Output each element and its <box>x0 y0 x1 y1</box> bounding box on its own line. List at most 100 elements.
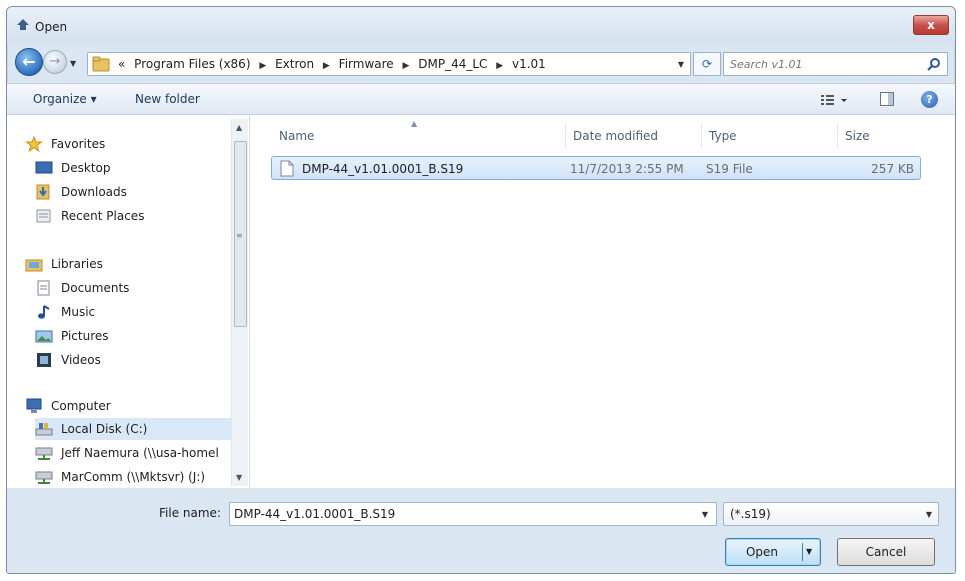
preview-pane-icon[interactable] <box>879 91 895 107</box>
sidebar-group-favorites[interactable]: Favorites <box>25 133 221 155</box>
filename-label: File name: <box>159 506 221 520</box>
breadcrumb-overflow[interactable]: « <box>118 57 125 71</box>
file-type-filter[interactable]: (*.s19) ▼ <box>723 502 939 526</box>
column-header-date-modified[interactable]: Date modified <box>573 129 658 143</box>
forward-button[interactable]: → <box>43 50 67 74</box>
filename-input[interactable] <box>234 506 684 522</box>
sidebar-item-documents[interactable]: Documents <box>35 277 231 299</box>
sort-ascending-icon: ▲ <box>411 119 418 128</box>
sidebar-item-jeff-naemura[interactable]: Jeff Naemura (\\usa-homel <box>35 442 231 464</box>
window-title: Open <box>35 20 68 34</box>
change-view-icon[interactable] <box>819 92 849 108</box>
disk-icon <box>35 423 53 436</box>
chevron-down-icon: ▼ <box>925 510 932 519</box>
column-header-name[interactable]: Name <box>279 129 314 143</box>
scroll-down-icon[interactable]: ▼ <box>236 473 242 482</box>
network-drive-icon <box>35 471 53 484</box>
filename-combobox[interactable]: ▼ <box>229 502 717 526</box>
navigation-scrollbar[interactable]: ▲ ≡ ▼ <box>231 119 248 486</box>
file-list: ▲ Name Date modified Type Size DMP-44_v1… <box>251 115 955 488</box>
breadcrumb-separator-icon[interactable]: ▶ <box>403 61 410 71</box>
sidebar-item-label: Libraries <box>51 257 103 271</box>
filename-dropdown-icon[interactable]: ▼ <box>702 510 708 519</box>
desktop-icon <box>35 161 53 174</box>
breadcrumb-firmware[interactable]: Firmware <box>339 57 394 71</box>
sidebar-item-local-disk[interactable]: Local Disk (C:) <box>35 418 231 440</box>
main-content: Favorites Desktop Downloads Recent Place… <box>7 115 955 488</box>
new-folder-button[interactable]: New folder <box>135 92 200 106</box>
file-row[interactable]: DMP-44_v1.01.0001_B.S19 11/7/2013 2:55 P… <box>271 156 921 180</box>
music-icon <box>38 305 50 319</box>
address-dropdown-icon[interactable]: ▼ <box>678 60 684 69</box>
dialog-footer: File name: ▼ (*.s19) ▼ Open ▼ Cancel <box>7 488 955 573</box>
open-button-label: Open <box>745 545 779 559</box>
documents-icon <box>37 280 50 296</box>
sidebar-item-label: Music <box>61 305 96 319</box>
videos-icon <box>37 353 51 367</box>
sidebar-group-computer[interactable]: Computer <box>25 395 221 417</box>
sidebar-item-label: Videos <box>61 353 101 367</box>
address-bar[interactable]: « Program Files (x86) ▶ Extron ▶ Firmwar… <box>87 52 691 76</box>
sidebar-item-label: Desktop <box>61 161 111 175</box>
sidebar-item-label: Recent Places <box>61 209 145 223</box>
navigation-bar: ← → ▼ « Program Files (x86) ▶ Extron ▶ F… <box>7 43 955 83</box>
cancel-button[interactable]: Cancel <box>837 538 935 566</box>
breadcrumb: « Program Files (x86) ▶ Extron ▶ Firmwar… <box>118 57 551 71</box>
search-input[interactable] <box>730 55 920 73</box>
breadcrumb-v1-01[interactable]: v1.01 <box>512 57 546 71</box>
sidebar-item-music[interactable]: Music <box>35 301 231 323</box>
column-divider[interactable] <box>701 123 702 149</box>
search-icon[interactable] <box>927 57 941 71</box>
history-dropdown-icon[interactable]: ▼ <box>70 59 76 68</box>
sidebar-item-downloads[interactable]: Downloads <box>35 181 231 203</box>
sidebar-item-label: MarComm (\\Mktsvr) (J:) <box>61 470 206 484</box>
sidebar-item-label: Jeff Naemura (\\usa-homel <box>61 446 219 460</box>
sidebar-group-libraries[interactable]: Libraries <box>25 253 221 275</box>
network-drive-icon <box>35 447 53 460</box>
folder-icon <box>92 56 110 72</box>
star-icon <box>25 136 43 152</box>
navigation-pane: Favorites Desktop Downloads Recent Place… <box>7 115 250 488</box>
organize-button[interactable]: Organize ▾ <box>33 92 97 106</box>
breadcrumb-separator-icon[interactable]: ▶ <box>323 61 330 71</box>
help-icon[interactable]: ? <box>921 91 938 108</box>
scroll-up-icon[interactable]: ▲ <box>236 123 242 132</box>
breadcrumb-extron[interactable]: Extron <box>275 57 314 71</box>
file-size: 257 KB <box>871 162 914 176</box>
breadcrumb-dmp-44-lc[interactable]: DMP_44_LC <box>418 57 487 71</box>
close-button[interactable]: x <box>913 15 949 35</box>
file-name: DMP-44_v1.01.0001_B.S19 <box>302 162 464 176</box>
sidebar-item-label: Pictures <box>61 329 109 343</box>
split-divider <box>802 543 803 561</box>
sidebar-item-label: Documents <box>61 281 130 295</box>
sidebar-item-marcomm[interactable]: MarComm (\\Mktsvr) (J:) <box>35 466 231 488</box>
search-box[interactable] <box>723 52 948 76</box>
back-button[interactable]: ← <box>15 48 43 76</box>
sidebar-item-label: Favorites <box>51 137 106 151</box>
sidebar-item-desktop[interactable]: Desktop <box>35 157 231 179</box>
open-file-dialog: Open x ← → ▼ « Program Files (x86) ▶ Ext… <box>6 6 956 574</box>
open-options-dropdown-icon[interactable]: ▼ <box>806 547 812 556</box>
sidebar-item-videos[interactable]: Videos <box>35 349 231 371</box>
sidebar-item-label: Local Disk (C:) <box>61 422 148 436</box>
sidebar-item-label: Computer <box>51 399 111 413</box>
breadcrumb-program-files[interactable]: Program Files (x86) <box>134 57 250 71</box>
app-icon <box>17 19 29 30</box>
file-icon <box>280 160 294 177</box>
column-divider[interactable] <box>837 123 838 149</box>
file-date-modified: 11/7/2013 2:55 PM <box>570 162 684 176</box>
file-type-filter-value: (*.s19) <box>730 507 771 521</box>
breadcrumb-separator-icon[interactable]: ▶ <box>496 61 503 71</box>
open-button[interactable]: Open ▼ <box>725 538 821 566</box>
file-type: S19 File <box>706 162 753 176</box>
sidebar-item-pictures[interactable]: Pictures <box>35 325 231 347</box>
title-bar: Open x <box>7 7 955 43</box>
sidebar-item-label: Downloads <box>61 185 127 199</box>
computer-icon <box>26 398 42 413</box>
column-header-size[interactable]: Size <box>845 129 870 143</box>
column-divider[interactable] <box>565 123 566 149</box>
refresh-button[interactable]: ⟳ <box>693 52 721 76</box>
sidebar-item-recent-places[interactable]: Recent Places <box>35 205 231 227</box>
column-header-type[interactable]: Type <box>709 129 737 143</box>
breadcrumb-separator-icon[interactable]: ▶ <box>259 61 266 71</box>
